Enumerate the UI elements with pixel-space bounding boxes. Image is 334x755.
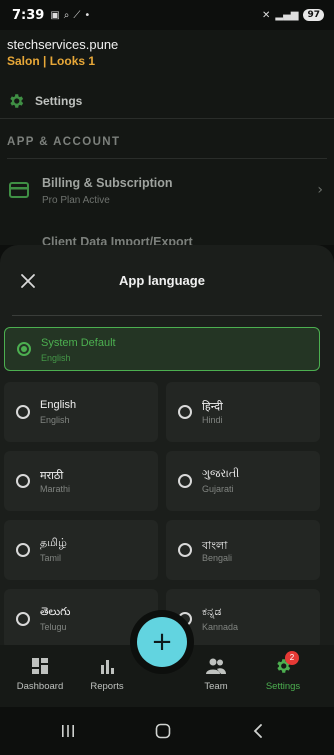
language-name: ગુજરાતી: [202, 468, 240, 480]
language-subtitle: Tamil: [40, 553, 62, 563]
nav-item-settings[interactable]: 2 Settings: [248, 651, 318, 697]
language-subtitle: Kannada: [202, 622, 239, 632]
dot-icon: •: [84, 9, 91, 21]
screenshot-icon: ▣: [50, 9, 60, 21]
home-icon[interactable]: [155, 723, 171, 739]
sheet-header: App language: [0, 245, 334, 315]
radio-icon: [178, 405, 192, 419]
language-option-hindi[interactable]: हिन्दी Hindi: [166, 382, 320, 442]
recent-apps-icon[interactable]: [60, 724, 76, 738]
nav-label: Settings: [265, 681, 301, 692]
nav-item-reports[interactable]: Reports: [72, 653, 142, 697]
broom-icon: ⟋: [73, 9, 81, 21]
language-subtitle: Gujarati: [202, 484, 234, 494]
billing-title: Billing & Subscription: [42, 176, 173, 190]
settings-header: Settings: [7, 92, 82, 110]
radio-icon: [16, 612, 30, 626]
language-name: English: [40, 399, 77, 411]
language-name: ಕನ್ನಡ: [202, 606, 222, 618]
mute-icon: ✕: [262, 9, 271, 21]
dashboard-icon: [32, 658, 48, 674]
signal-icon: ▂▄▆: [275, 9, 299, 21]
app-language-sheet: App language System Default English Engl…: [0, 245, 334, 645]
radio-icon: [178, 543, 192, 557]
team-icon: [206, 658, 226, 674]
sheet-title: App language: [119, 273, 205, 288]
billing-subtitle: Pro Plan Active: [42, 195, 110, 206]
add-button[interactable]: +: [137, 617, 187, 667]
business-name: stechservices.pune: [7, 37, 119, 52]
notification-icons: ▣ ⌕ ⟋ •: [50, 10, 90, 21]
nav-item-team[interactable]: Team: [181, 653, 251, 697]
language-subtitle: Bengali: [202, 553, 233, 563]
language-subtitle: Marathi: [40, 484, 71, 494]
status-time: 7:39: [12, 7, 45, 23]
plus-icon: +: [151, 627, 173, 657]
battery-badge: 97: [303, 9, 324, 21]
divider: [0, 118, 334, 119]
back-icon[interactable]: [252, 723, 264, 739]
language-option-system-default[interactable]: System Default English: [4, 327, 320, 371]
settings-title: Settings: [35, 94, 83, 108]
billing-subscription-row[interactable]: Billing & Subscription Pro Plan Active ›: [7, 176, 327, 210]
language-subtitle: English: [40, 415, 70, 425]
gear-icon: [10, 94, 24, 108]
language-subtitle: Hindi: [202, 415, 223, 425]
divider: [12, 315, 322, 316]
language-name: मराठी: [40, 470, 64, 482]
nav-label: Dashboard: [16, 681, 64, 692]
credit-card-icon: [9, 182, 29, 198]
radio-icon: [16, 543, 30, 557]
notification-badge: 2: [285, 651, 299, 665]
language-option-bengali[interactable]: বাংলা Bengali: [166, 520, 320, 580]
bar-chart-icon: [101, 660, 114, 674]
language-name: తెలుగు: [40, 606, 71, 618]
settings-page-background: stechservices.pune Salon | Looks 1 Setti…: [0, 30, 334, 249]
language-name: हिन्दी: [202, 401, 223, 413]
radio-icon: [16, 405, 30, 419]
language-name: தமிழ்: [40, 537, 67, 549]
section-heading: APP & ACCOUNT: [7, 136, 121, 148]
search-icon: ⌕: [63, 9, 70, 21]
system-navigation-bar: [0, 707, 334, 755]
language-option-tamil[interactable]: தமிழ் Tamil: [4, 520, 158, 580]
nav-item-dashboard[interactable]: Dashboard: [5, 653, 75, 697]
status-bar: 7:39 ▣ ⌕ ⟋ • ✕ ▂▄▆ 97: [0, 0, 334, 30]
language-name: System Default: [41, 337, 116, 349]
chevron-right-icon: ›: [317, 182, 323, 198]
radio-icon: [178, 474, 192, 488]
divider: [7, 158, 327, 159]
language-subtitle: English: [41, 353, 71, 363]
language-option-marathi[interactable]: मराठी Marathi: [4, 451, 158, 511]
radio-selected-icon: [17, 342, 31, 356]
language-option-gujarati[interactable]: ગુજરાતી Gujarati: [166, 451, 320, 511]
business-subtitle: Salon | Looks 1: [7, 54, 96, 68]
language-subtitle: Telugu: [40, 622, 67, 632]
nav-label: Team: [204, 681, 228, 692]
nav-label: Reports: [90, 681, 124, 692]
language-option-english[interactable]: English English: [4, 382, 158, 442]
radio-icon: [16, 474, 30, 488]
